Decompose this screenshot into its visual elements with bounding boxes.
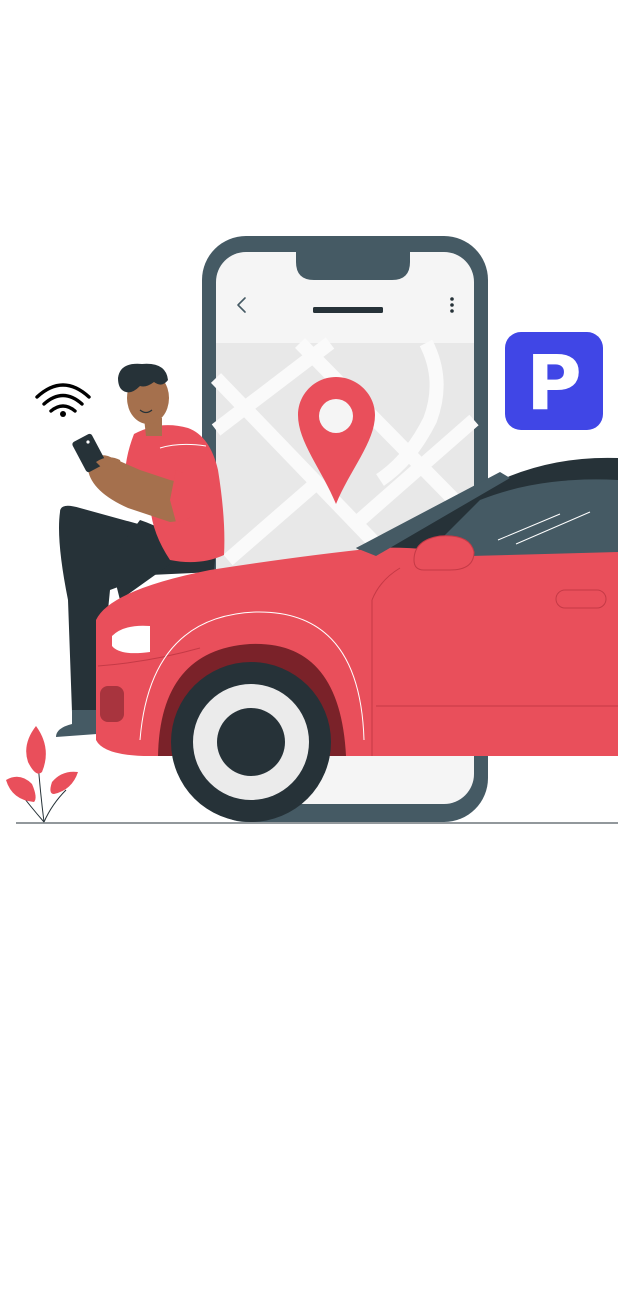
parking-illustration: P [6,236,618,824]
car-wheel [171,662,331,822]
shoe [56,710,98,737]
phone-notch [296,246,410,280]
app-title-bar [313,307,383,313]
parking-sign-label: P [526,338,582,427]
parking-sign: P [505,332,603,430]
more-vertical-icon[interactable] [450,297,454,313]
plant-decoration [6,726,78,823]
wifi-icon [35,383,91,417]
car-bumper [100,686,124,722]
door-handle [555,589,607,609]
